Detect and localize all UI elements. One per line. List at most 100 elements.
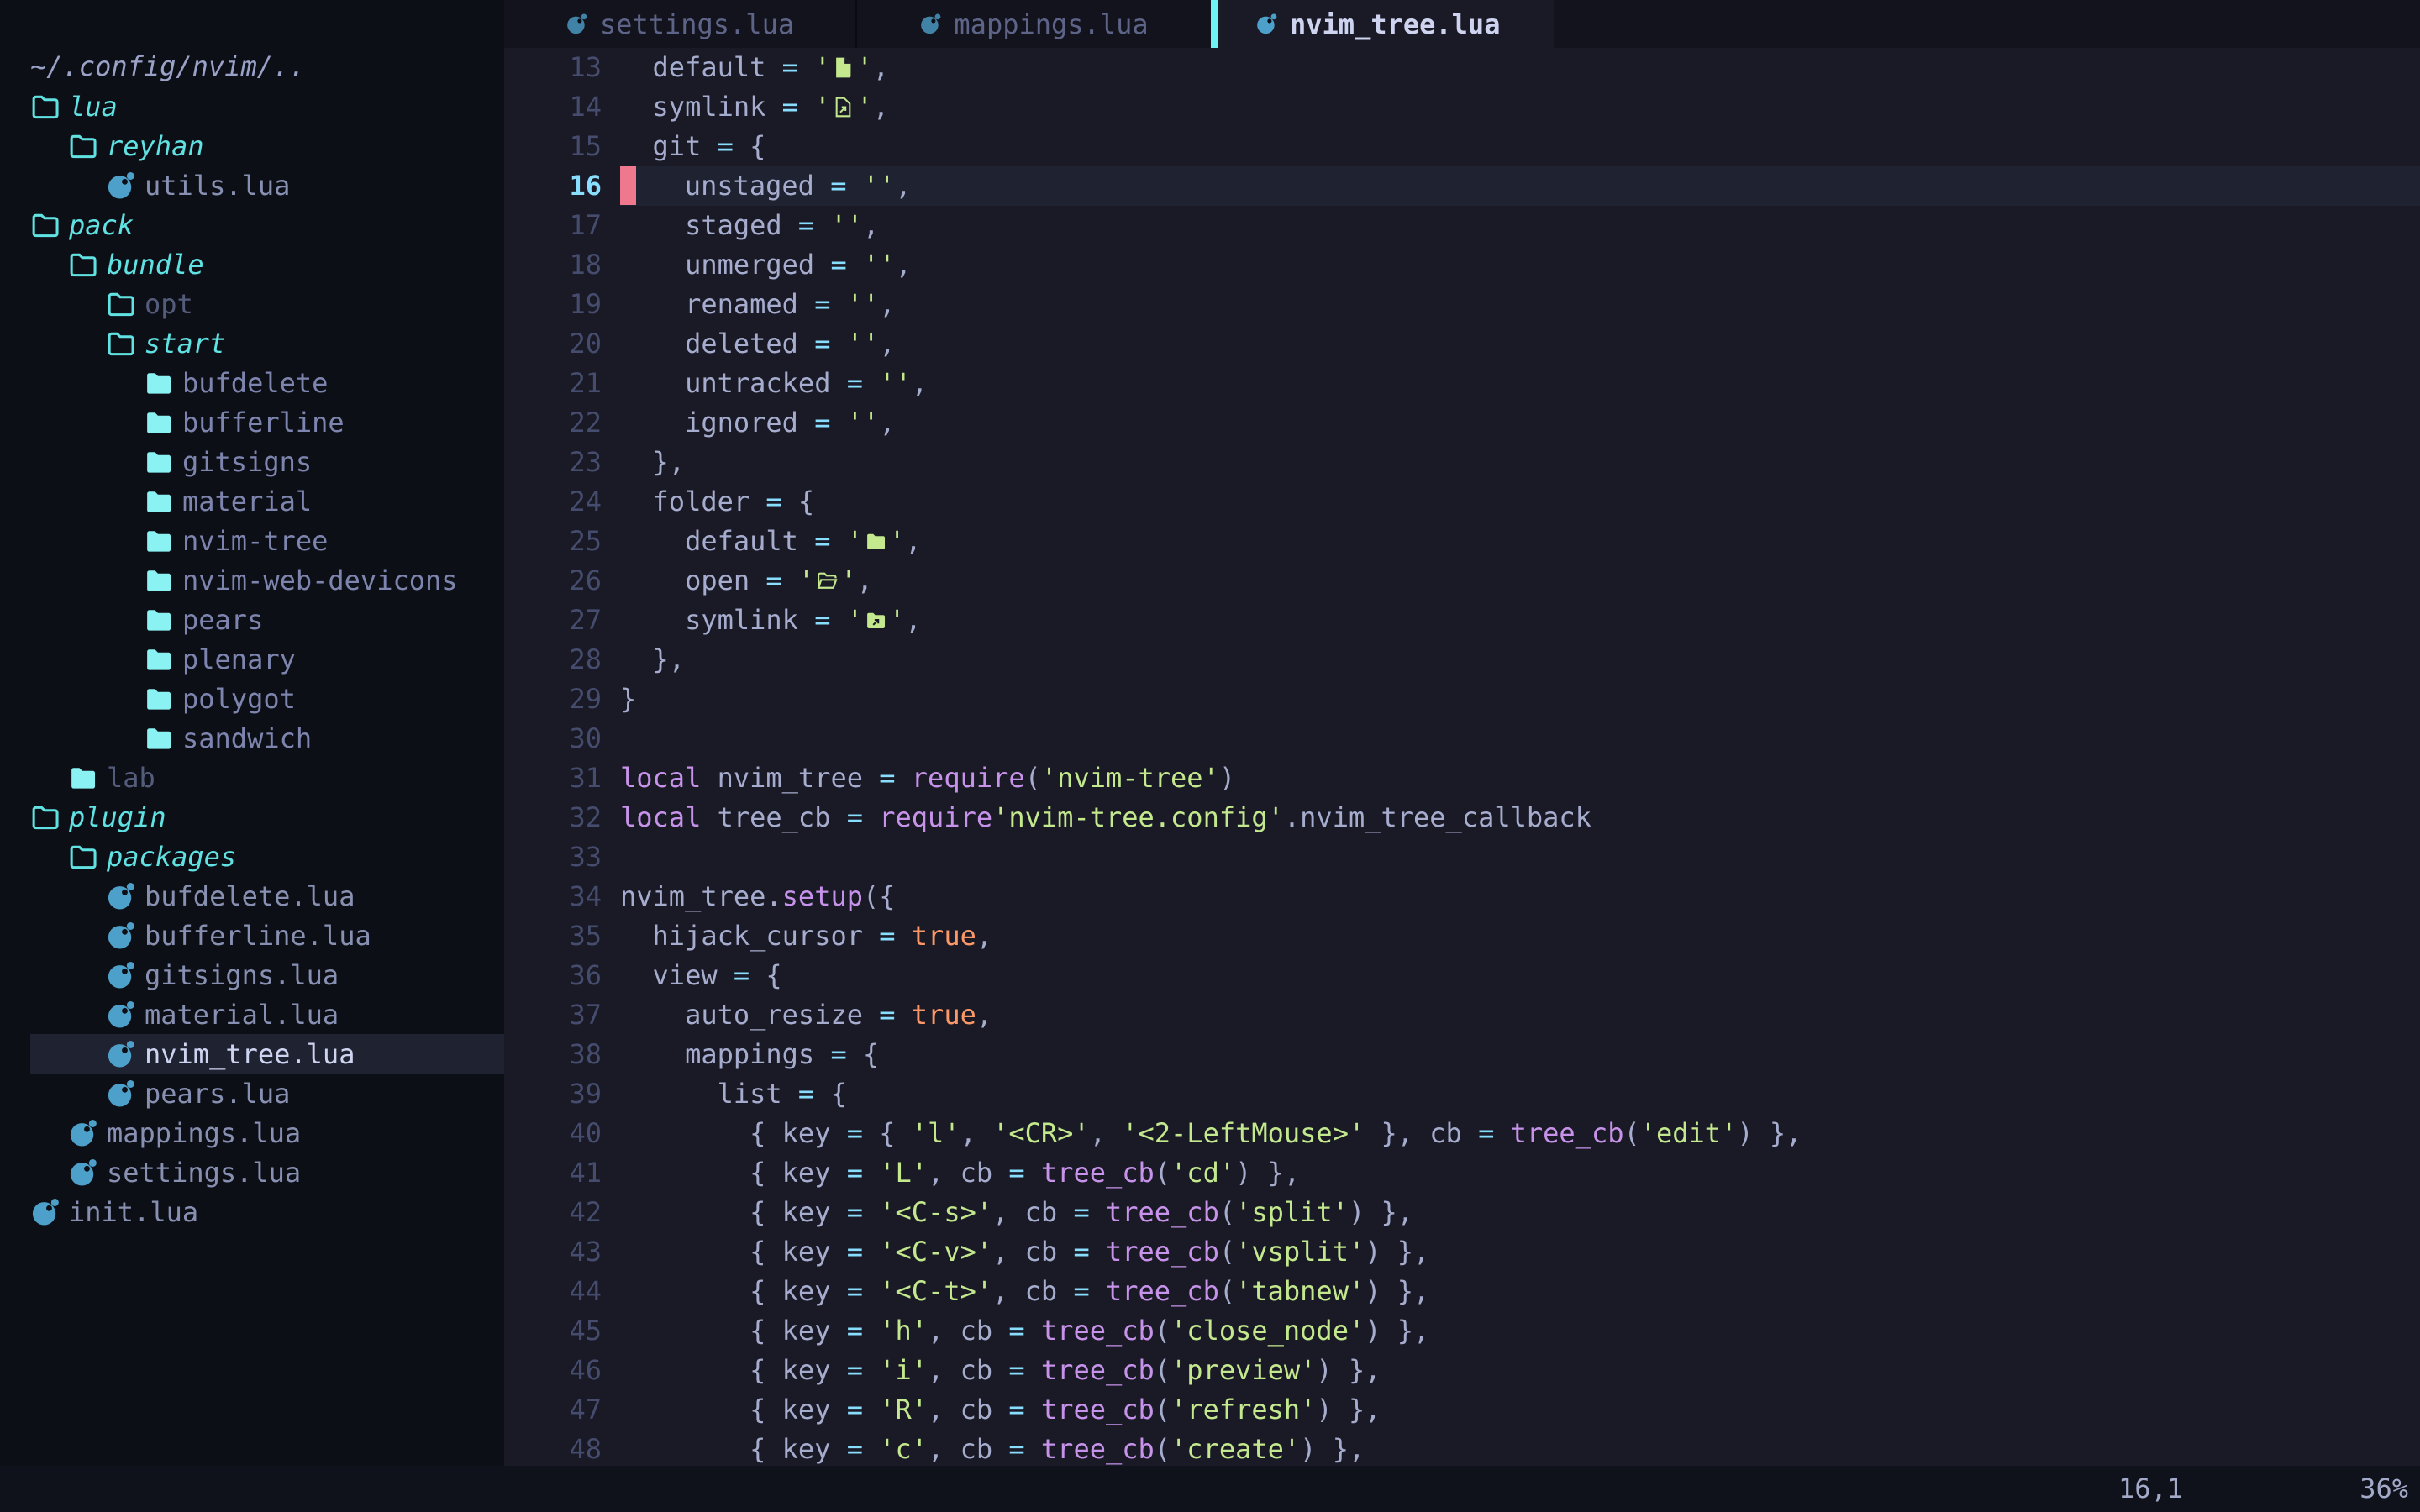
tree-item-bufdelete-lua[interactable]: bufdelete.lua (0, 876, 504, 916)
tree-item-bufferline-lua[interactable]: bufferline.lua (0, 916, 504, 955)
tree-item-pack[interactable]: pack (0, 205, 504, 244)
tree-item-gitsigns-lua[interactable]: gitsigns.lua (0, 955, 504, 995)
tree-item-label: gitsigns (182, 446, 312, 478)
code-line-15[interactable]: 15 git = { (504, 127, 2420, 166)
line-number: 48 (504, 1430, 602, 1466)
line-number: 15 (504, 127, 602, 166)
tree-item-label: settings.lua (107, 1157, 301, 1189)
code-line-24[interactable]: 24 folder = { (504, 482, 2420, 522)
folder-open-outline-icon (30, 92, 60, 122)
code-line-21[interactable]: 21 untracked = '', (504, 364, 2420, 403)
tree-item-pears-lua[interactable]: pears.lua (0, 1074, 504, 1113)
code-line-16[interactable]: 16 unstaged = '', (504, 166, 2420, 206)
tab-settings-lua[interactable]: settings.lua (504, 0, 857, 48)
tree-item-material[interactable]: material (0, 481, 504, 521)
tree-item-nvim-web-devicons[interactable]: nvim-web-devicons (0, 560, 504, 600)
tab-mappings-lua[interactable]: mappings.lua (857, 0, 1211, 48)
tree-item-label: bufdelete (182, 367, 328, 399)
code-line-44[interactable]: 44 { key = '<C-t>', cb = tree_cb('tabnew… (504, 1272, 2420, 1311)
tree-item-plugin[interactable]: plugin (0, 797, 504, 837)
tree-item-settings-lua[interactable]: settings.lua (0, 1152, 504, 1192)
tree-item-start[interactable]: start (0, 323, 504, 363)
editor-pane: settings.luamappings.lua nvim_tree.lua 13… (504, 0, 2420, 1466)
code-line-31[interactable]: 31local nvim_tree = require('nvim-tree') (504, 759, 2420, 798)
folder-filled-icon (144, 605, 174, 635)
tree-item-polygot[interactable]: polygot (0, 679, 504, 718)
line-number: 16 (504, 166, 602, 206)
tree-item-bufdelete[interactable]: bufdelete (0, 363, 504, 402)
code-line-26[interactable]: 26 open = '', (504, 561, 2420, 601)
lua-icon (1255, 13, 1278, 35)
code-line-18[interactable]: 18 unmerged = '', (504, 245, 2420, 285)
line-number: 18 (504, 245, 602, 285)
code-line-14[interactable]: 14 symlink = '', (504, 87, 2420, 127)
code-line-38[interactable]: 38 mappings = { (504, 1035, 2420, 1074)
tree-item-label: bundle (107, 249, 204, 281)
tree-item-mappings-lua[interactable]: mappings.lua (0, 1113, 504, 1152)
tree-item-packages[interactable]: packages (0, 837, 504, 876)
code-line-48[interactable]: 48 { key = 'c', cb = tree_cb('create') }… (504, 1430, 2420, 1466)
tab-label: nvim_tree.lua (1290, 8, 1500, 40)
code-line-27[interactable]: 27 symlink = '', (504, 601, 2420, 640)
code-line-37[interactable]: 37 auto_resize = true, (504, 995, 2420, 1035)
tree-item-nvim-tree[interactable]: nvim-tree (0, 521, 504, 560)
code-line-13[interactable]: 13 default = '', (504, 48, 2420, 87)
code-line-20[interactable]: 20 deleted = '', (504, 324, 2420, 364)
code-line-17[interactable]: 17 staged = '', (504, 206, 2420, 245)
tree-item-sandwich[interactable]: sandwich (0, 718, 504, 758)
code-line-47[interactable]: 47 { key = 'R', cb = tree_cb('refresh') … (504, 1390, 2420, 1430)
tree-item-material-lua[interactable]: material.lua (0, 995, 504, 1034)
tree-item-opt[interactable]: opt (0, 284, 504, 323)
block-cursor (620, 166, 636, 205)
tree-root-path[interactable]: ~/.config/nvim/.. (0, 47, 504, 87)
code-line-32[interactable]: 32local tree_cb = require'nvim-tree.conf… (504, 798, 2420, 837)
tree-item-label: bufferline.lua (145, 920, 371, 952)
code-line-33[interactable]: 33 (504, 837, 2420, 877)
code-line-45[interactable]: 45 { key = 'h', cb = tree_cb('close_node… (504, 1311, 2420, 1351)
tree-item-utils-lua[interactable]: utils.lua (0, 165, 504, 205)
code-line-39[interactable]: 39 list = { (504, 1074, 2420, 1114)
line-number: 25 (504, 522, 602, 561)
line-text: unstaged = '', (602, 170, 912, 202)
code-line-22[interactable]: 22 ignored = '', (504, 403, 2420, 443)
tree-item-init-lua[interactable]: init.lua (0, 1192, 504, 1231)
code-line-19[interactable]: 19 renamed = '', (504, 285, 2420, 324)
tree-item-label: mappings.lua (107, 1117, 301, 1149)
folder-open-outline-icon (106, 289, 136, 319)
tree-item-lab[interactable]: lab (0, 758, 504, 797)
code-line-42[interactable]: 42 { key = '<C-s>', cb = tree_cb('split'… (504, 1193, 2420, 1232)
line-text: { key = '<C-t>', cb = tree_cb('tabnew') … (602, 1275, 1429, 1307)
tree-item-bundle[interactable]: bundle (0, 244, 504, 284)
code-line-46[interactable]: 46 { key = 'i', cb = tree_cb('preview') … (504, 1351, 2420, 1390)
lua-icon (106, 1000, 136, 1030)
tree-item-gitsigns[interactable]: gitsigns (0, 442, 504, 481)
code-line-43[interactable]: 43 { key = '<C-v>', cb = tree_cb('vsplit… (504, 1232, 2420, 1272)
code-line-41[interactable]: 41 { key = 'L', cb = tree_cb('cd') }, (504, 1153, 2420, 1193)
tree-item-plenary[interactable]: plenary (0, 639, 504, 679)
code-line-25[interactable]: 25 default = '', (504, 522, 2420, 561)
line-text: local tree_cb = require'nvim-tree.config… (602, 801, 1591, 833)
line-number: 24 (504, 482, 602, 522)
code-area[interactable]: 13 default = '',14 symlink = '',15 git =… (504, 48, 2420, 1466)
code-line-34[interactable]: 34nvim_tree.setup({ (504, 877, 2420, 916)
code-line-30[interactable]: 30 (504, 719, 2420, 759)
tree-item-bufferline[interactable]: bufferline (0, 402, 504, 442)
lua-icon (68, 1118, 98, 1148)
tree-item-nvim-tree-lua[interactable]: nvim_tree.lua (0, 1034, 504, 1074)
tree-item-label: nvim-tree (182, 525, 328, 557)
tree-item-reyhan[interactable]: reyhan (0, 126, 504, 165)
line-number: 21 (504, 364, 602, 403)
code-line-35[interactable]: 35 hijack_cursor = true, (504, 916, 2420, 956)
tree-item-lua[interactable]: lua (0, 87, 504, 126)
code-line-40[interactable]: 40 { key = { 'l', '<CR>', '<2-LeftMouse>… (504, 1114, 2420, 1153)
folder-open-outline-icon (30, 210, 60, 240)
code-line-28[interactable]: 28 }, (504, 640, 2420, 680)
tree-item-pears[interactable]: pears (0, 600, 504, 639)
tab-nvim-tree-lua[interactable]: nvim_tree.lua (1218, 0, 1554, 48)
line-number: 45 (504, 1311, 602, 1351)
code-line-36[interactable]: 36 view = { (504, 956, 2420, 995)
line-text: deleted = '', (602, 328, 896, 360)
code-line-29[interactable]: 29} (504, 680, 2420, 719)
lua-icon (106, 921, 136, 951)
code-line-23[interactable]: 23 }, (504, 443, 2420, 482)
